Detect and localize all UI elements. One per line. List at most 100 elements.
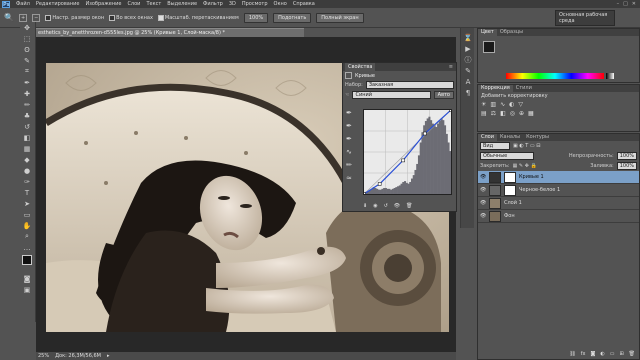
- screen-mode-icon[interactable]: ▣: [20, 284, 34, 295]
- color-spectrum[interactable]: [506, 73, 604, 79]
- curve-control-point[interactable]: [449, 108, 453, 112]
- eye-icon[interactable]: 👁: [480, 187, 486, 193]
- color-fg-swatch[interactable]: [483, 41, 495, 53]
- eye-icon[interactable]: 👁: [480, 200, 486, 206]
- menu-3d[interactable]: 3D: [226, 1, 239, 7]
- eyedropper-white-icon[interactable]: ✒: [346, 135, 360, 143]
- layer-row-background[interactable]: 👁 Фон: [478, 210, 639, 223]
- crop-tool-icon[interactable]: ⌗: [20, 66, 34, 77]
- layer-filter-select[interactable]: Вид: [480, 142, 510, 150]
- menu-window[interactable]: Окно: [271, 1, 290, 7]
- zoom-in-icon[interactable]: +: [18, 13, 28, 22]
- minimize-button[interactable]: –: [617, 1, 620, 7]
- layer-row-curves[interactable]: 👁 Кривые 1: [478, 171, 639, 184]
- layer-row-layer1[interactable]: 👁 Слой 1: [478, 197, 639, 210]
- maximize-button[interactable]: □: [623, 1, 628, 7]
- color-balance-icon[interactable]: ⚖: [491, 110, 496, 117]
- scrubby-zoom-option[interactable]: Масштаб. перетаскиванием: [157, 14, 239, 21]
- tab-swatches[interactable]: Образцы: [497, 29, 526, 36]
- trash-icon[interactable]: 🗑: [406, 203, 412, 209]
- vibrance-icon[interactable]: ▽: [518, 101, 523, 108]
- menu-view[interactable]: Просмотр: [239, 1, 271, 7]
- paragraph-icon[interactable]: ¶: [461, 87, 475, 98]
- menu-edit[interactable]: Редактирование: [33, 1, 83, 7]
- smooth-icon[interactable]: ≈: [346, 174, 360, 182]
- zoom-all-windows-option[interactable]: Во всех окнах: [109, 14, 153, 21]
- curve-control-point[interactable]: [423, 131, 427, 136]
- quick-select-tool-icon[interactable]: ✎: [20, 55, 34, 66]
- pencil-draw-icon[interactable]: ✏: [346, 161, 360, 169]
- opacity-input[interactable]: 100%: [616, 152, 637, 160]
- preset-select[interactable]: Заказная: [365, 81, 454, 89]
- trash-icon[interactable]: 🗑: [629, 351, 635, 357]
- hand-tool-icon[interactable]: ✋: [20, 220, 34, 231]
- brush-presets-icon[interactable]: ✎: [461, 65, 475, 76]
- tab-color[interactable]: Цвет: [478, 29, 497, 36]
- zoom-out-icon[interactable]: −: [32, 13, 41, 22]
- healing-tool-icon[interactable]: ✚: [20, 88, 34, 99]
- brightness-icon[interactable]: ☀: [481, 101, 486, 108]
- type-tool-icon[interactable]: T: [20, 187, 34, 198]
- levels-icon[interactable]: ▥: [490, 101, 496, 108]
- marquee-tool-icon[interactable]: ⬚: [20, 33, 34, 44]
- hue-sat-icon[interactable]: ▤: [481, 110, 487, 117]
- tab-paths[interactable]: Контуры: [523, 134, 552, 141]
- visibility-icon[interactable]: 👁: [394, 203, 400, 209]
- history-brush-tool-icon[interactable]: ↺: [20, 121, 34, 132]
- reset-icon[interactable]: ↺: [384, 203, 388, 209]
- channel-select[interactable]: Синий: [352, 91, 431, 99]
- status-zoom[interactable]: 25%: [38, 353, 49, 359]
- curves-adj-icon[interactable]: ∿: [500, 101, 505, 108]
- fit-screen-button[interactable]: Подогнать: [273, 12, 312, 23]
- close-button[interactable]: ✕: [632, 1, 636, 7]
- menu-type[interactable]: Текст: [143, 1, 164, 7]
- adjust-layer-icon[interactable]: ◐: [600, 351, 604, 357]
- tab-layers[interactable]: Слои: [478, 134, 497, 141]
- magnifier-icon[interactable]: 🔍: [4, 13, 14, 22]
- color-swatches[interactable]: [20, 253, 36, 273]
- fx-icon[interactable]: fx: [581, 351, 586, 357]
- dodge-tool-icon[interactable]: ●: [20, 165, 34, 176]
- fill-input[interactable]: 100%: [616, 162, 637, 170]
- tab-styles[interactable]: Стили: [513, 85, 535, 92]
- tab-channels[interactable]: Каналы: [497, 134, 523, 141]
- photo-filter-icon[interactable]: ◎: [510, 110, 515, 117]
- eyedropper-black-icon[interactable]: ✒: [346, 109, 360, 117]
- resize-windows-option[interactable]: Настр. размер окон: [45, 14, 104, 21]
- menu-file[interactable]: Файл: [13, 1, 33, 7]
- mask-icon[interactable]: ◙: [590, 351, 595, 357]
- info-icon[interactable]: ⓘ: [461, 54, 475, 65]
- filter-icons[interactable]: ▣ ◐ T ▭ ⊟: [513, 143, 540, 149]
- shape-tool-icon[interactable]: ▭: [20, 209, 34, 220]
- gradient-tool-icon[interactable]: ▦: [20, 143, 34, 154]
- eyedropper-gray-icon[interactable]: ✒: [346, 122, 360, 130]
- history-icon[interactable]: ⌛: [461, 32, 475, 43]
- new-layer-icon[interactable]: ⊞: [619, 351, 623, 357]
- quick-mask-icon[interactable]: ◙: [20, 273, 34, 284]
- actual-pixels-button[interactable]: 100%: [243, 12, 269, 23]
- curve-edit-icon[interactable]: ∿: [346, 148, 360, 156]
- exposure-icon[interactable]: ◐: [509, 101, 514, 108]
- menu-image[interactable]: Изображение: [82, 1, 124, 7]
- character-icon[interactable]: A: [461, 76, 475, 87]
- menu-layers[interactable]: Слои: [124, 1, 143, 7]
- lasso-tool-icon[interactable]: ʘ: [20, 44, 34, 55]
- curve-control-point[interactable]: [377, 182, 382, 186]
- foreground-color-swatch[interactable]: [22, 255, 32, 265]
- status-arrow-icon[interactable]: ▸: [107, 353, 110, 359]
- blur-tool-icon[interactable]: ◆: [20, 154, 34, 165]
- menu-help[interactable]: Справка: [290, 1, 318, 7]
- edit-toolbar-icon[interactable]: …: [20, 242, 34, 253]
- curve-control-point[interactable]: [401, 158, 405, 163]
- blend-mode-select[interactable]: Обычные: [480, 152, 534, 160]
- clone-stamp-tool-icon[interactable]: ♣: [20, 110, 34, 121]
- folder-icon[interactable]: ▭: [610, 351, 615, 357]
- fill-screen-button[interactable]: Полный экран: [316, 12, 364, 23]
- view-previous-icon[interactable]: ◉: [373, 203, 377, 209]
- eye-icon[interactable]: 👁: [480, 213, 486, 219]
- curves-graph[interactable]: [362, 108, 453, 196]
- color-lookup-icon[interactable]: ▦: [528, 110, 534, 117]
- eraser-tool-icon[interactable]: ◧: [20, 132, 34, 143]
- actions-icon[interactable]: ▶: [461, 43, 475, 54]
- link-icon[interactable]: ⛓: [569, 351, 575, 357]
